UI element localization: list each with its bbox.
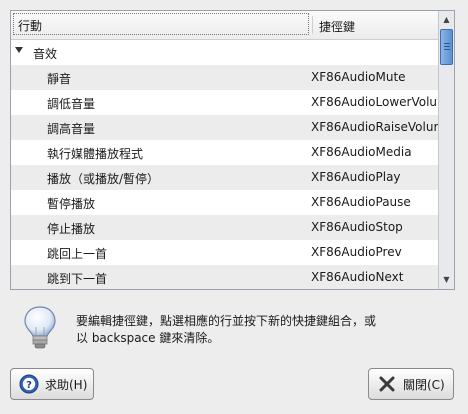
shortcut-value[interactable]: XF86AudioRaiseVolur <box>311 120 439 134</box>
vertical-scrollbar[interactable]: ▲ ▼ <box>438 11 454 289</box>
shortcut-value[interactable]: XF86AudioNext <box>311 270 439 284</box>
shortcut-tree-view[interactable]: 行動 捷徑鍵 音效 靜音 XF86AudioMute 調低音量 XF86Audi… <box>10 10 455 290</box>
column-separator <box>312 16 313 34</box>
close-button-label: 關閉(C) <box>403 377 445 392</box>
scroll-down-arrow-icon[interactable]: ▼ <box>440 273 453 287</box>
thumb-grip <box>444 43 450 44</box>
table-row[interactable]: 執行媒體播放程式 XF86AudioMedia <box>11 140 439 165</box>
category-label: 音效 <box>33 47 58 61</box>
table-row[interactable]: 跳到下一首 XF86AudioNext <box>11 265 439 289</box>
scroll-up-arrow-icon[interactable]: ▲ <box>440 13 453 27</box>
category-row-sound[interactable]: 音效 <box>11 40 439 65</box>
shortcut-value[interactable]: XF86AudioPrev <box>311 245 439 259</box>
column-header-action[interactable]: 行動 <box>13 13 309 35</box>
shortcut-value[interactable]: XF86AudioPause <box>311 195 439 209</box>
column-header-shortcut[interactable]: 捷徑鍵 <box>319 18 355 35</box>
table-row[interactable]: 調高音量 XF86AudioRaiseVolur <box>11 115 439 140</box>
table-row[interactable]: 調低音量 XF86AudioLowerVolur <box>11 90 439 115</box>
table-row[interactable]: 播放（或播放/暫停） XF86AudioPlay <box>11 165 439 190</box>
tree-header: 行動 捷徑鍵 <box>11 11 439 40</box>
help-button[interactable]: ? 求助(H) <box>10 368 94 400</box>
table-row[interactable]: 停止播放 XF86AudioStop <box>11 215 439 240</box>
scrollbar-thumb[interactable] <box>440 29 453 65</box>
action-label: 跳回上一首 <box>47 247 108 261</box>
svg-text:?: ? <box>26 380 32 391</box>
action-label: 跳到下一首 <box>47 272 108 286</box>
shortcut-value[interactable]: XF86AudioLowerVolur <box>311 95 439 109</box>
action-label: 播放（或播放/暫停） <box>47 172 160 186</box>
shortcut-value[interactable]: XF86AudioMedia <box>311 145 439 159</box>
thumb-grip <box>444 46 450 47</box>
action-label: 停止播放 <box>47 222 96 236</box>
info-text: 要編輯捷徑鍵，點選相應的行並按下新的快捷鍵組合，或 以 backspace 鍵來… <box>76 313 376 347</box>
action-label: 調高音量 <box>47 122 96 136</box>
action-label: 執行媒體播放程式 <box>47 147 144 161</box>
shortcut-value[interactable]: XF86AudioMute <box>311 70 439 84</box>
close-icon <box>379 376 395 392</box>
info-line-2: 以 backspace 鍵來清除。 <box>76 331 220 345</box>
shortcut-value[interactable]: XF86AudioStop <box>311 220 439 234</box>
info-message: 要編輯捷徑鍵，點選相應的行並按下新的快捷鍵組合，或 以 backspace 鍵來… <box>22 305 452 355</box>
lightbulb-icon <box>24 306 56 349</box>
action-label: 靜音 <box>47 72 72 86</box>
expander-arrow-icon[interactable] <box>15 47 23 53</box>
close-button[interactable]: 關閉(C) <box>368 368 454 400</box>
help-icon: ? <box>19 374 39 394</box>
shortcut-value[interactable]: XF86AudioPlay <box>311 170 439 184</box>
action-label: 調低音量 <box>47 97 96 111</box>
table-row[interactable]: 暫停播放 XF86AudioPause <box>11 190 439 215</box>
table-row[interactable]: 靜音 XF86AudioMute <box>11 65 439 90</box>
help-button-label: 求助(H) <box>45 377 88 392</box>
tree-rows: 音效 靜音 XF86AudioMute 調低音量 XF86AudioLowerV… <box>11 40 439 289</box>
thumb-grip <box>444 49 450 50</box>
action-label: 暫停播放 <box>47 197 96 211</box>
info-line-1: 要編輯捷徑鍵，點選相應的行並按下新的快捷鍵組合，或 <box>76 314 377 328</box>
table-row[interactable]: 跳回上一首 XF86AudioPrev <box>11 240 439 265</box>
